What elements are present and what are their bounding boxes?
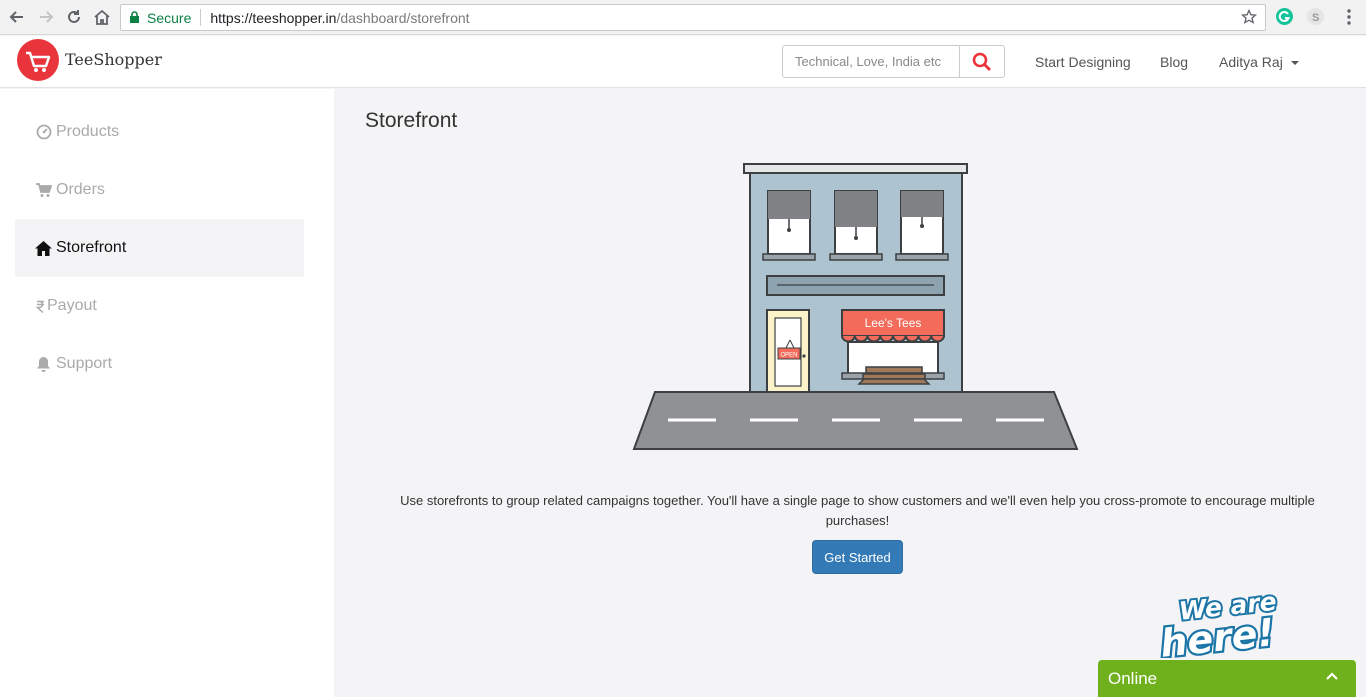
home-button[interactable] xyxy=(91,6,113,28)
upper-windows xyxy=(762,190,949,261)
home-icon xyxy=(35,240,52,257)
bench xyxy=(857,366,931,385)
sidebar-item-label: Storefront xyxy=(56,239,127,256)
user-menu[interactable]: Aditya Raj xyxy=(1219,54,1300,70)
menu-icon xyxy=(1347,9,1351,25)
app-header: TeeShopper Start Designing Blog Aditya R… xyxy=(0,36,1366,88)
store-sign-text: Lee's Tees xyxy=(865,316,922,330)
chat-status: Online xyxy=(1108,668,1158,688)
storefront-description: Use storefronts to group related campaig… xyxy=(400,493,1315,528)
user-name: Aditya Raj xyxy=(1219,54,1283,70)
url-host: https://teeshopper.in xyxy=(210,9,337,26)
address-bar[interactable]: Secure https://teeshopper.in/dashboard/s… xyxy=(120,4,1266,31)
rupee-icon xyxy=(35,298,45,315)
roof xyxy=(743,163,968,174)
forward-icon xyxy=(40,11,54,23)
skype-icon[interactable]: S xyxy=(1307,8,1324,25)
sidebar-item-products[interactable]: Products xyxy=(15,103,304,161)
nav-start-designing[interactable]: Start Designing xyxy=(1035,54,1131,70)
we-are-here-badge[interactable]: We are here! xyxy=(1150,578,1302,658)
back-icon xyxy=(9,11,23,23)
lock-icon xyxy=(129,11,140,27)
omnibox-divider xyxy=(200,9,202,26)
sidebar: Products Orders Storefront Payout Suppor… xyxy=(0,89,334,697)
teeshopper-logo[interactable] xyxy=(17,39,59,81)
caret-down-icon xyxy=(1290,61,1299,66)
nav-blog[interactable]: Blog xyxy=(1160,54,1188,70)
home-icon xyxy=(94,9,110,25)
forward-button[interactable] xyxy=(35,6,57,28)
sidebar-item-payout[interactable]: Payout xyxy=(15,277,304,335)
shop-door: OPEN xyxy=(766,309,810,394)
reload-button[interactable] xyxy=(63,6,85,28)
search-icon xyxy=(972,52,991,71)
dashboard-icon xyxy=(35,124,52,141)
star-icon[interactable] xyxy=(1240,8,1258,28)
grammarly-icon[interactable] xyxy=(1276,8,1293,25)
sidebar-item-support[interactable]: Support xyxy=(15,335,304,393)
sidebar-item-label: Products xyxy=(56,123,120,140)
chevron-up-icon xyxy=(1326,672,1338,680)
storefront-illustration: OPEN Lee's Tees xyxy=(632,163,1079,450)
search-button[interactable] xyxy=(959,46,1004,77)
brand-name[interactable]: TeeShopper xyxy=(65,50,162,69)
chat-online-bar[interactable]: Online xyxy=(1098,660,1356,697)
url-path: /dashboard/storefront xyxy=(336,9,470,26)
bell-icon xyxy=(35,356,52,373)
sidebar-item-label: Payout xyxy=(47,297,97,314)
sidebar-item-label: Support xyxy=(56,355,113,372)
reload-icon xyxy=(68,10,80,23)
cart-icon xyxy=(35,182,52,199)
door-sign: OPEN xyxy=(780,353,797,359)
back-button[interactable] xyxy=(6,6,28,28)
search-box xyxy=(782,45,1005,78)
svg-text:S: S xyxy=(1312,12,1319,24)
search-input[interactable] xyxy=(783,46,959,77)
sidebar-item-orders[interactable]: Orders xyxy=(15,161,304,219)
browser-toolbar: Secure https://teeshopper.in/dashboard/s… xyxy=(0,0,1366,35)
page-title: Storefront xyxy=(365,109,458,132)
sidebar-item-label: Orders xyxy=(56,181,105,198)
sidebar-item-storefront[interactable]: Storefront xyxy=(15,219,304,277)
secure-label: Secure xyxy=(147,9,192,26)
get-started-button[interactable]: Get Started xyxy=(812,540,903,574)
browser-menu-button[interactable] xyxy=(1338,6,1360,28)
badge-line-2: here! xyxy=(1158,610,1277,658)
